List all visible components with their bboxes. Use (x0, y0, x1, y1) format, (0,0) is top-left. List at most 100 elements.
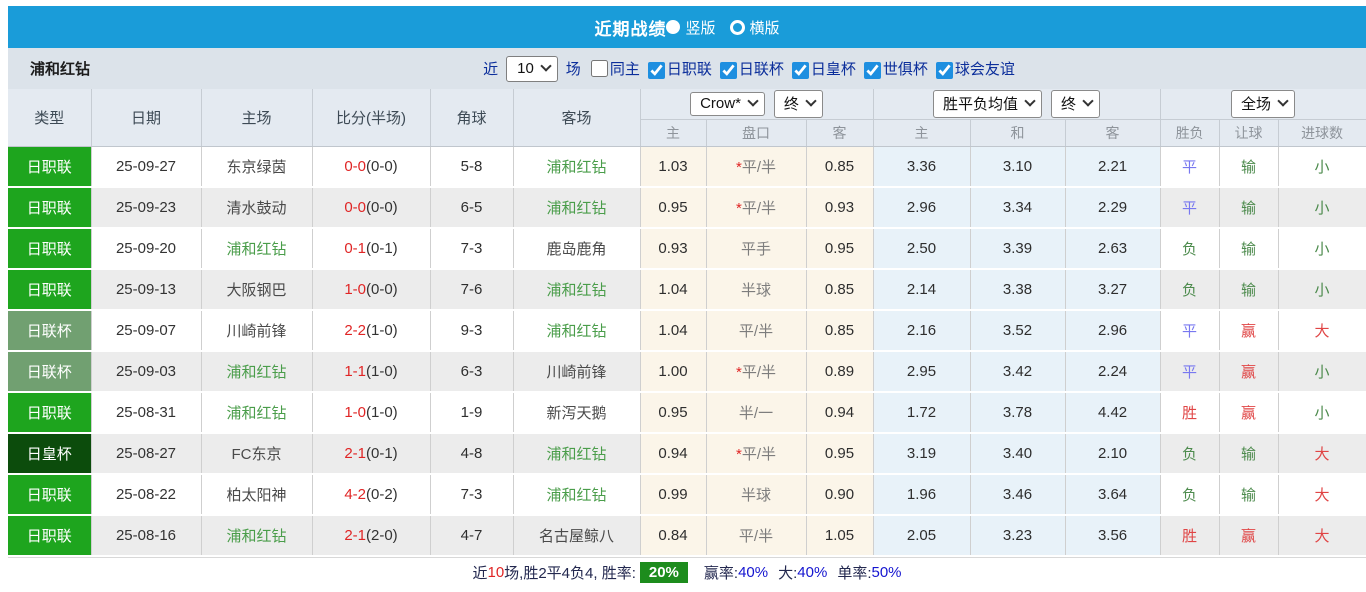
corner-score: 9-3 (430, 310, 514, 352)
team-name: 浦和红钻 (30, 61, 91, 78)
match-row: 日职联 25-09-23 清水鼓动 0-0(0-0) 6-5 浦和红钻 0.95 *平/半 0.… (8, 187, 1366, 229)
goals-cell: 大 (1278, 515, 1366, 557)
match-date: 25-09-03 (91, 351, 202, 393)
match-score: 0-0(0-0) (312, 146, 431, 188)
avg-draw: 3.52 (970, 310, 1066, 352)
odds-source-select[interactable]: Crow* (690, 91, 765, 116)
avg-source-value: 胜平负均值 (943, 95, 1019, 113)
result-cell: 平 (1160, 146, 1220, 188)
goals-cell: 小 (1278, 146, 1366, 188)
avg-draw: 3.38 (970, 269, 1066, 311)
match-date: 25-08-16 (91, 515, 202, 557)
away-team: 鹿岛鹿角 (513, 228, 641, 270)
home-team: 浦和红钻 (201, 392, 313, 434)
goals-cell: 大 (1278, 474, 1366, 516)
sub-header-goals: 进球数 (1278, 118, 1366, 147)
result-cell: 平 (1160, 310, 1220, 352)
same-home-checkbox[interactable] (590, 60, 608, 77)
sub-header-handicap: 盘口 (706, 118, 807, 147)
odds-home: 1.00 (640, 351, 707, 393)
avg-draw: 3.34 (970, 187, 1066, 229)
let-goal-cell: 输 (1219, 146, 1279, 188)
league-badge: 日职联 (8, 187, 92, 229)
match-row: 日职联 25-08-16 浦和红钻 2-1(2-0) 4-7 名古屋鲸八 0.84 平/半 1.… (8, 515, 1366, 557)
away-team: 浦和红钻 (513, 146, 641, 188)
avg-time-select[interactable]: 终 (1051, 89, 1101, 118)
away-team: 浦和红钻 (513, 474, 641, 516)
near-text: 近 (472, 565, 488, 582)
results-table: 类型 日期 主场 比分(半场) 角球 客场 Crow* 终 胜平负均值 终 全场… (8, 89, 1366, 557)
let-goal-cell: 赢 (1219, 351, 1279, 393)
result-cell: 平 (1160, 187, 1220, 229)
win-value: 40% (738, 564, 769, 581)
odds-home: 1.04 (640, 310, 707, 352)
match-date: 25-09-27 (91, 146, 202, 188)
odds-time-value: 终 (783, 95, 799, 113)
avg-lose: 2.10 (1065, 433, 1161, 475)
league-checkbox[interactable] (791, 61, 809, 79)
avg-win: 2.50 (873, 228, 971, 270)
chevron-down-icon (1082, 95, 1094, 107)
avg-time-value: 终 (1061, 95, 1077, 113)
avg-draw: 3.40 (970, 433, 1066, 475)
goals-cell: 小 (1278, 228, 1366, 270)
match-score: 1-1(1-0) (312, 351, 431, 393)
goals-cell: 小 (1278, 392, 1366, 434)
big-value: 40% (797, 564, 828, 581)
radio-horizontal-layout[interactable]: 横版 (729, 17, 780, 38)
odds-home: 0.93 (640, 228, 707, 270)
league-checkbox[interactable] (647, 61, 665, 79)
avg-source-select[interactable]: 胜平负均值 (933, 89, 1043, 118)
home-team: 清水鼓动 (201, 187, 313, 229)
match-score: 2-2(1-0) (312, 310, 431, 352)
odds-handicap: 平/半 (706, 310, 807, 352)
match-score: 2-1(0-1) (312, 433, 431, 475)
away-team: 浦和红钻 (513, 269, 641, 311)
odds-home: 0.84 (640, 515, 707, 557)
col-header-home: 主场 (201, 89, 313, 147)
avg-win: 1.72 (873, 392, 971, 434)
avg-draw: 3.42 (970, 351, 1066, 393)
league-badge: 日职联 (8, 392, 92, 434)
col-header-date: 日期 (91, 89, 202, 147)
avg-draw: 3.46 (970, 474, 1066, 516)
odds-handicap: 半/一 (706, 392, 807, 434)
away-team: 名古屋鲸八 (513, 515, 641, 557)
avg-draw: 3.23 (970, 515, 1066, 557)
corner-score: 5-8 (430, 146, 514, 188)
full-match-group-header: 全场 (1160, 89, 1366, 119)
avg-win: 3.36 (873, 146, 971, 188)
match-score: 4-2(0-2) (312, 474, 431, 516)
match-date: 25-09-07 (91, 310, 202, 352)
odds-handicap: *平/半 (706, 187, 807, 229)
single-label: 单率: (837, 565, 872, 582)
match-count-select[interactable]: 10 (506, 55, 558, 82)
league-checkbox[interactable] (863, 61, 881, 79)
league-badge: 日职联 (8, 269, 92, 311)
avg-lose: 2.21 (1065, 146, 1161, 188)
filters: 近 10 场 同主 日职联 日联杯 日皇杯 世俱杯 球会友谊 (479, 55, 1015, 82)
match-row: 日职联 25-08-31 浦和红钻 1-0(1-0) 1-9 新泻天鹅 0.95 半/一 0.9… (8, 392, 1366, 434)
league-checkbox[interactable] (935, 61, 953, 79)
odds-time-select[interactable]: 终 (773, 89, 823, 118)
sub-header-avg-win: 主 (873, 118, 971, 147)
odds-away: 0.94 (806, 392, 874, 434)
odds-away: 0.90 (806, 474, 874, 516)
full-match-select[interactable]: 全场 (1231, 89, 1296, 118)
match-row: 日职联 25-08-22 柏太阳神 4-2(0-2) 7-3 浦和红钻 0.99 半球 0.90… (8, 474, 1366, 516)
radio-vertical-layout[interactable]: 竖版 (666, 17, 716, 38)
result-cell: 负 (1160, 433, 1220, 475)
league-badge: 日职联 (8, 515, 92, 557)
avg-win: 2.96 (873, 187, 971, 229)
layout-radio-group: 竖版 横版 (666, 17, 780, 38)
odds-away: 0.85 (806, 310, 874, 352)
avg-lose: 4.42 (1065, 392, 1161, 434)
summary-footer: 近 10 场,胜2平4负4, 胜率: 20% 赢率: 40% 大: 40% 单率: 50% (8, 557, 1366, 587)
league-checkbox-label: 日皇杯 (810, 61, 856, 78)
league-checkbox[interactable] (719, 61, 737, 79)
odds-home: 1.04 (640, 269, 707, 311)
avg-win: 2.14 (873, 269, 971, 311)
avg-lose: 2.63 (1065, 228, 1161, 270)
match-count-value: 10 (517, 59, 534, 77)
odds-away: 0.89 (806, 351, 874, 393)
